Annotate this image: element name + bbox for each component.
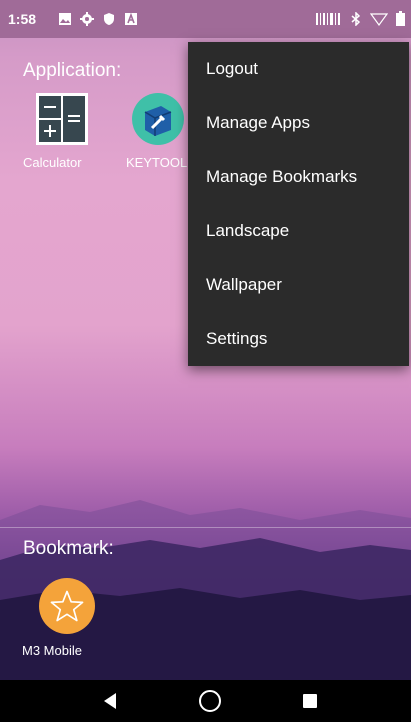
navigation-bar <box>0 680 411 722</box>
status-icons-left <box>58 12 138 26</box>
bookmark-tile-m3-mobile[interactable]: M3 Mobile <box>22 578 102 658</box>
star-icon <box>38 578 95 634</box>
back-button[interactable] <box>80 680 140 722</box>
back-icon <box>104 693 116 709</box>
menu-item-wallpaper[interactable]: Wallpaper <box>188 258 409 312</box>
app-label-calculator: Calculator <box>23 155 82 170</box>
battery-icon <box>396 11 405 26</box>
status-time: 1:58 <box>8 11 37 27</box>
menu-item-manage-bookmarks[interactable]: Manage Bookmarks <box>188 150 409 204</box>
menu-item-landscape[interactable]: Landscape <box>188 204 409 258</box>
launcher-screen: 1:58 Application: Calculator KEYTOOL Log… <box>0 0 411 722</box>
app-label-keytool: KEYTOOL <box>126 155 188 170</box>
image-icon <box>59 13 71 25</box>
calculator-icon <box>36 93 88 145</box>
a-badge-icon <box>125 12 137 25</box>
recents-icon <box>303 694 317 708</box>
app-tile-calculator[interactable]: Calculator <box>23 92 93 170</box>
menu-item-settings[interactable]: Settings <box>188 312 409 366</box>
home-button[interactable] <box>180 680 240 722</box>
app-tile-keytool[interactable]: KEYTOOL <box>122 92 188 170</box>
gear-icon <box>80 12 94 26</box>
menu-item-manage-apps[interactable]: Manage Apps <box>188 96 409 150</box>
section-divider <box>0 527 411 528</box>
home-icon <box>199 690 221 712</box>
keytool-icon <box>132 93 184 145</box>
menu-item-logout[interactable]: Logout <box>188 42 409 96</box>
recents-button[interactable] <box>280 680 340 722</box>
overflow-menu: Logout Manage Apps Manage Bookmarks Land… <box>188 42 409 366</box>
applications-heading: Application: <box>23 60 122 81</box>
status-bar: 1:58 <box>0 0 411 38</box>
bookmark-label-m3-mobile: M3 Mobile <box>22 643 82 658</box>
status-icons-right <box>316 11 405 26</box>
bluetooth-icon <box>351 11 361 26</box>
shield-icon <box>104 13 114 25</box>
barcode-icon <box>316 12 340 25</box>
bookmarks-heading: Bookmark: <box>23 538 114 559</box>
wifi-icon <box>370 12 388 26</box>
